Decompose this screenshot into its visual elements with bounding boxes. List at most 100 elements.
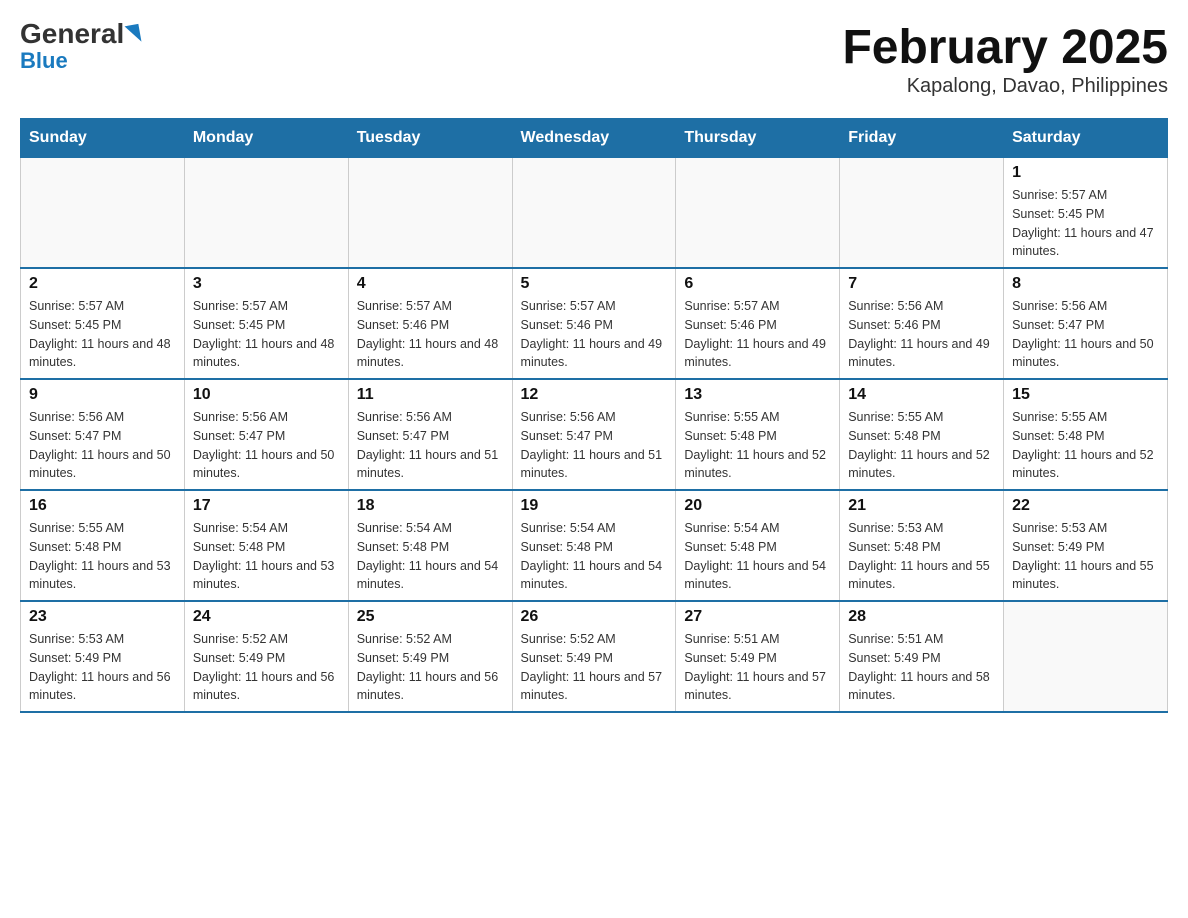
calendar-cell: 22 Sunrise: 5:53 AMSunset: 5:49 PMDayligh… [1004,490,1168,601]
calendar-cell: 9 Sunrise: 5:56 AMSunset: 5:47 PMDaylight… [21,379,185,490]
day-number: 26 [521,608,668,626]
day-number: 13 [684,386,831,404]
calendar-cell [184,158,348,269]
calendar-cell: 15 Sunrise: 5:55 AMSunset: 5:48 PMDayligh… [1004,379,1168,490]
calendar-week-row: 1Sunrise: 5:57 AMSunset: 5:45 PMDaylight… [21,158,1168,269]
calendar-subtitle: Kapalong, Davao, Philippines [842,75,1168,98]
day-number: 15 [1012,386,1159,404]
day-info: Sunrise: 5:56 AMSunset: 5:47 PMDaylight:… [193,408,340,483]
day-info: Sunrise: 5:56 AMSunset: 5:47 PMDaylight:… [29,408,176,483]
day-info: Sunrise: 5:56 AMSunset: 5:46 PMDaylight:… [848,297,995,372]
day-number: 4 [357,275,504,293]
calendar-cell [1004,601,1168,712]
day-number: 21 [848,497,995,515]
day-number: 11 [357,386,504,404]
calendar-cell: 1Sunrise: 5:57 AMSunset: 5:45 PMDaylight… [1004,158,1168,269]
calendar-cell: 3 Sunrise: 5:57 AMSunset: 5:45 PMDaylight… [184,268,348,379]
calendar-cell: 4Sunrise: 5:57 AMSunset: 5:46 PMDaylight… [348,268,512,379]
day-info: Sunrise: 5:55 AMSunset: 5:48 PMDaylight:… [1012,408,1159,483]
day-info: Sunrise: 5:52 AMSunset: 5:49 PMDaylight:… [193,630,340,705]
day-info: Sunrise: 5:51 AMSunset: 5:49 PMDaylight:… [848,630,995,705]
calendar-cell: 14 Sunrise: 5:55 AMSunset: 5:48 PMDayligh… [840,379,1004,490]
day-number: 23 [29,608,176,626]
calendar-cell: 27Sunrise: 5:51 AMSunset: 5:49 PMDayligh… [676,601,840,712]
day-info: Sunrise: 5:52 AMSunset: 5:49 PMDaylight:… [521,630,668,705]
day-info: Sunrise: 5:57 AMSunset: 5:45 PMDaylight:… [1012,186,1159,261]
day-number: 5 [521,275,668,293]
calendar-cell: 21 Sunrise: 5:53 AMSunset: 5:48 PMDayligh… [840,490,1004,601]
day-info: Sunrise: 5:56 AMSunset: 5:47 PMDaylight:… [1012,297,1159,372]
day-info: Sunrise: 5:53 AMSunset: 5:49 PMDaylight:… [1012,519,1159,594]
logo-blue: Blue [20,48,68,74]
calendar-cell: 19 Sunrise: 5:54 AMSunset: 5:48 PMDayligh… [512,490,676,601]
col-sunday: Sunday [21,119,185,158]
calendar-cell: 10Sunrise: 5:56 AMSunset: 5:47 PMDayligh… [184,379,348,490]
calendar-table: Sunday Monday Tuesday Wednesday Thursday… [20,118,1168,713]
calendar-cell: 25Sunrise: 5:52 AMSunset: 5:49 PMDayligh… [348,601,512,712]
calendar-cell: 18Sunrise: 5:54 AMSunset: 5:48 PMDayligh… [348,490,512,601]
day-number: 6 [684,275,831,293]
calendar-cell: 26 Sunrise: 5:52 AMSunset: 5:49 PMDayligh… [512,601,676,712]
calendar-title: February 2025 [842,20,1168,75]
day-info: Sunrise: 5:54 AMSunset: 5:48 PMDaylight:… [193,519,340,594]
day-info: Sunrise: 5:56 AMSunset: 5:47 PMDaylight:… [521,408,668,483]
calendar-week-row: 23 Sunrise: 5:53 AMSunset: 5:49 PMDayligh… [21,601,1168,712]
col-wednesday: Wednesday [512,119,676,158]
day-info: Sunrise: 5:52 AMSunset: 5:49 PMDaylight:… [357,630,504,705]
day-number: 14 [848,386,995,404]
calendar-cell: 8Sunrise: 5:56 AMSunset: 5:47 PMDaylight… [1004,268,1168,379]
day-number: 2 [29,275,176,293]
calendar-cell [348,158,512,269]
calendar-cell: 7 Sunrise: 5:56 AMSunset: 5:46 PMDaylight… [840,268,1004,379]
day-number: 24 [193,608,340,626]
day-info: Sunrise: 5:57 AMSunset: 5:46 PMDaylight:… [521,297,668,372]
calendar-cell: 5 Sunrise: 5:57 AMSunset: 5:46 PMDaylight… [512,268,676,379]
calendar-cell: 2 Sunrise: 5:57 AMSunset: 5:45 PMDaylight… [21,268,185,379]
calendar-cell: 13Sunrise: 5:55 AMSunset: 5:48 PMDayligh… [676,379,840,490]
day-info: Sunrise: 5:55 AMSunset: 5:48 PMDaylight:… [848,408,995,483]
col-saturday: Saturday [1004,119,1168,158]
day-number: 22 [1012,497,1159,515]
calendar-cell: 20Sunrise: 5:54 AMSunset: 5:48 PMDayligh… [676,490,840,601]
day-number: 9 [29,386,176,404]
day-info: Sunrise: 5:56 AMSunset: 5:47 PMDaylight:… [357,408,504,483]
calendar-cell: 23 Sunrise: 5:53 AMSunset: 5:49 PMDayligh… [21,601,185,712]
day-number: 3 [193,275,340,293]
day-info: Sunrise: 5:53 AMSunset: 5:49 PMDaylight:… [29,630,176,705]
col-monday: Monday [184,119,348,158]
day-info: Sunrise: 5:57 AMSunset: 5:45 PMDaylight:… [29,297,176,372]
day-number: 16 [29,497,176,515]
calendar-week-row: 16 Sunrise: 5:55 AMSunset: 5:48 PMDayligh… [21,490,1168,601]
calendar-body: 1Sunrise: 5:57 AMSunset: 5:45 PMDaylight… [21,158,1168,713]
day-info: Sunrise: 5:54 AMSunset: 5:48 PMDaylight:… [357,519,504,594]
day-info: Sunrise: 5:53 AMSunset: 5:48 PMDaylight:… [848,519,995,594]
logo-general: General [20,20,124,48]
day-number: 20 [684,497,831,515]
calendar-cell: 12Sunrise: 5:56 AMSunset: 5:47 PMDayligh… [512,379,676,490]
day-number: 27 [684,608,831,626]
logo-arrow-icon [125,24,142,44]
day-info: Sunrise: 5:54 AMSunset: 5:48 PMDaylight:… [521,519,668,594]
day-number: 19 [521,497,668,515]
calendar-week-row: 9 Sunrise: 5:56 AMSunset: 5:47 PMDaylight… [21,379,1168,490]
logo: General Blue [20,20,140,74]
page-header: General Blue February 2025 Kapalong, Dav… [20,20,1168,98]
calendar-cell [676,158,840,269]
col-friday: Friday [840,119,1004,158]
calendar-week-row: 2 Sunrise: 5:57 AMSunset: 5:45 PMDaylight… [21,268,1168,379]
day-info: Sunrise: 5:55 AMSunset: 5:48 PMDaylight:… [29,519,176,594]
day-number: 7 [848,275,995,293]
day-info: Sunrise: 5:57 AMSunset: 5:45 PMDaylight:… [193,297,340,372]
title-block: February 2025 Kapalong, Davao, Philippin… [842,20,1168,98]
day-number: 17 [193,497,340,515]
col-tuesday: Tuesday [348,119,512,158]
calendar-cell: 24 Sunrise: 5:52 AMSunset: 5:49 PMDayligh… [184,601,348,712]
calendar-cell: 16 Sunrise: 5:55 AMSunset: 5:48 PMDayligh… [21,490,185,601]
day-number: 28 [848,608,995,626]
calendar-cell: 6Sunrise: 5:57 AMSunset: 5:46 PMDaylight… [676,268,840,379]
calendar-cell: 11 Sunrise: 5:56 AMSunset: 5:47 PMDayligh… [348,379,512,490]
calendar-cell: 28 Sunrise: 5:51 AMSunset: 5:49 PMDayligh… [840,601,1004,712]
calendar-header: Sunday Monday Tuesday Wednesday Thursday… [21,119,1168,158]
calendar-cell [512,158,676,269]
col-thursday: Thursday [676,119,840,158]
